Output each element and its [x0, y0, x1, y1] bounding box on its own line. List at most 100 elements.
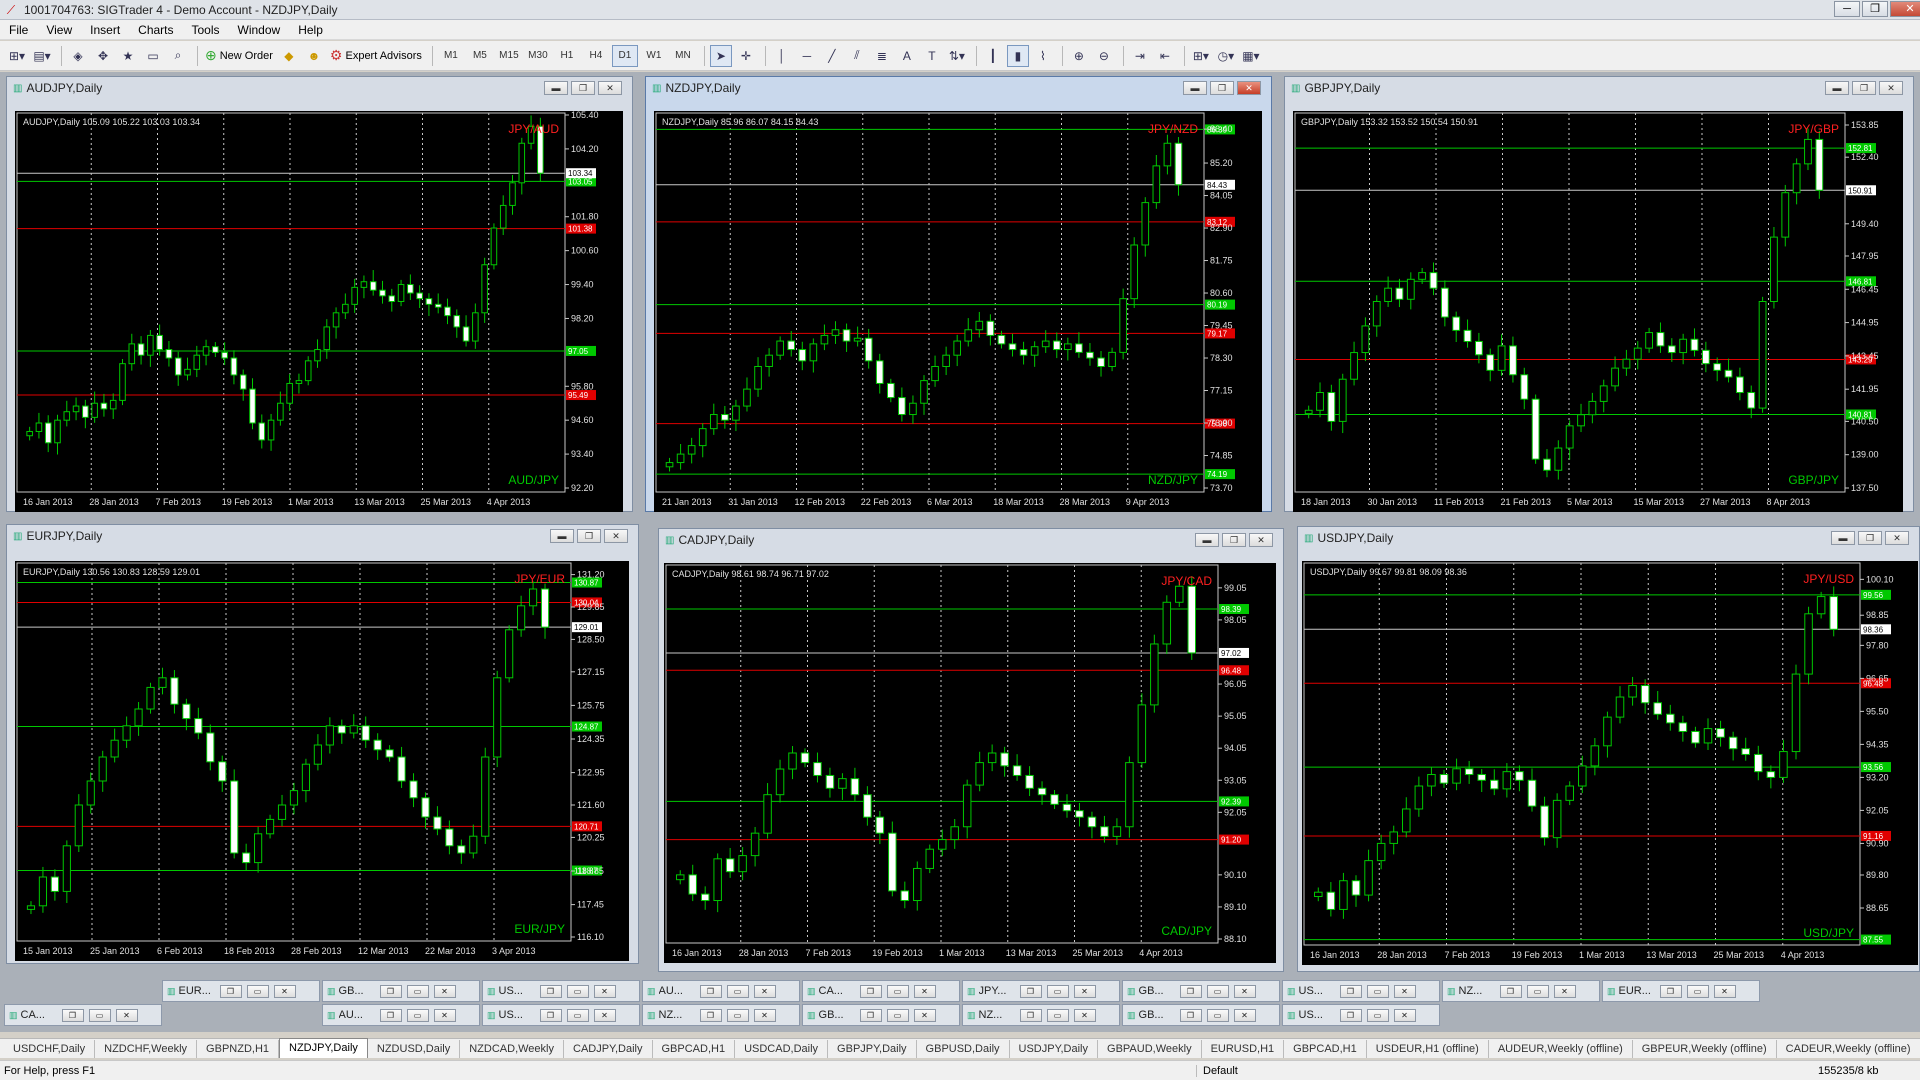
expert-advisors-button[interactable]: ⚙ Expert Advisors [328, 45, 424, 67]
chart-window-caption[interactable]: ▥ AUDJPY,Daily ▬ ❐ ✕ [7, 77, 632, 99]
chart-minimize-button[interactable]: ▬ [1183, 81, 1207, 95]
chart-plot-area[interactable]: 103.05 101.38 97.05 95.49 103.34 105.40 104.20… [15, 111, 623, 512]
candlestick-chart[interactable]: 98.39 96.48 92.39 91.20 97.02 99.05 98.05 96.05… [664, 563, 1276, 963]
chart-restore-button[interactable]: ❐ [219, 984, 242, 998]
cursor-icon[interactable]: ➤ [709, 44, 732, 67]
chart-maximize-button[interactable]: ▭ [726, 1008, 749, 1022]
candlestick-chart[interactable]: 99.5696.4893.5691.1687.5598.36100.1098.8… [1302, 561, 1918, 965]
text-label-icon[interactable]: T [921, 45, 943, 67]
chart-maximize-button[interactable]: ▭ [406, 1008, 429, 1022]
chart-window[interactable]: ▥ USDJPY,Daily ▬ ❐ ✕ 99.56 96.48 93.56 91.16 87.5… [1297, 526, 1920, 972]
chart-window[interactable]: ▥ AUDJPY,Daily ▬ ❐ ✕ 103.05 101.38 97.05 95.49 10… [6, 76, 633, 512]
horizontal-line-icon[interactable]: ─ [796, 45, 818, 67]
minimize-button[interactable]: ─ [1834, 1, 1860, 17]
chart-maximize-button[interactable]: ▭ [886, 1008, 909, 1022]
maximize-button[interactable]: ❐ [1862, 1, 1888, 17]
chart-window-caption[interactable]: ▥ EURJPY,Daily ▬ ❐ ✕ [7, 525, 638, 547]
chart-maximize-button[interactable]: ▭ [406, 984, 429, 998]
minimized-chart-window[interactable]: ▥ US... ❐ ▭ ✕ [1282, 1004, 1440, 1026]
zoom-out-icon[interactable]: ⊖ [1093, 45, 1115, 67]
chart-maximize-button[interactable]: ▭ [88, 1008, 111, 1022]
chart-window[interactable]: ▥ NZDJPY,Daily ▬ ❐ ✕ 86.39 83.12 80.19 79.17 75.9… [645, 76, 1272, 512]
chart-plot-area[interactable]: 130.87 130.04 124.87 120.71 118.87 129.01 131.… [15, 561, 629, 961]
timeframe-m1[interactable]: M1 [438, 45, 464, 67]
chart-tab[interactable]: EURUSD,H1 [1202, 1040, 1285, 1058]
strategy-tester-icon[interactable]: ⌕ [167, 45, 189, 67]
chart-close-button[interactable]: ✕ [1393, 1008, 1416, 1022]
menu-view[interactable]: View [37, 23, 81, 37]
templates-icon[interactable]: ▦▾ [1240, 45, 1262, 67]
chart-restore-button[interactable]: ❐ [1210, 81, 1234, 95]
chart-restore-button[interactable]: ❐ [1222, 533, 1246, 547]
chart-tab[interactable]: NZDJPY,Daily [279, 1038, 368, 1058]
chart-close-button[interactable]: ✕ [273, 984, 296, 998]
chart-restore-button[interactable]: ❐ [1852, 81, 1876, 95]
minimized-chart-window[interactable]: ▥ NZ... ❐ ▭ ✕ [642, 1004, 800, 1026]
chart-tab[interactable]: GBPCAD,H1 [1284, 1040, 1367, 1058]
chart-restore-button[interactable]: ❐ [859, 1008, 882, 1022]
timeframe-m30[interactable]: M30 [525, 45, 551, 67]
chart-restore-button[interactable]: ❐ [571, 81, 595, 95]
chart-plot-area[interactable]: 99.56 96.48 93.56 91.16 87.55 98.36 100.10 98.8… [1302, 561, 1918, 965]
chart-close-button[interactable]: ✕ [593, 1008, 616, 1022]
market-watch-icon[interactable]: ◈ [67, 45, 89, 67]
minimized-chart-window[interactable]: ▥ EUR... ❐ ▭ ✕ [1602, 980, 1760, 1002]
minimized-chart-window[interactable]: ▥ NZ... ❐ ▭ ✕ [962, 1004, 1120, 1026]
zoom-in-icon[interactable]: ⊕ [1068, 45, 1090, 67]
navigator-icon[interactable]: ★ [117, 45, 139, 67]
chart-close-button[interactable]: ✕ [433, 1008, 456, 1022]
chart-restore-button[interactable]: ❐ [1019, 1008, 1042, 1022]
chart-close-button[interactable]: ✕ [433, 984, 456, 998]
minimized-chart-window[interactable]: ▥ EUR... ❐ ▭ ✕ [162, 980, 320, 1002]
chart-restore-button[interactable]: ❐ [1659, 984, 1682, 998]
chart-close-button[interactable]: ✕ [1249, 533, 1273, 547]
chart-close-button[interactable]: ✕ [1393, 984, 1416, 998]
minimized-chart-window[interactable]: ▥ AU... ❐ ▭ ✕ [642, 980, 800, 1002]
fibonacci-icon[interactable]: ≣ [871, 45, 893, 67]
timeframe-h4[interactable]: H4 [583, 45, 609, 67]
chart-restore-button[interactable]: ❐ [1858, 531, 1882, 545]
chart-restore-button[interactable]: ❐ [1179, 1008, 1202, 1022]
menu-window[interactable]: Window [229, 23, 290, 37]
new-order-button[interactable]: ⊕ New Order [203, 45, 275, 67]
menu-tools[interactable]: Tools [183, 23, 229, 37]
chart-plot-area[interactable]: 98.39 96.48 92.39 91.20 97.02 99.05 98.05 96.05… [664, 563, 1276, 963]
chart-restore-button[interactable]: ❐ [539, 1008, 562, 1022]
chart-maximize-button[interactable]: ▭ [1046, 1008, 1069, 1022]
candlestick-chart[interactable]: 152.81146.81143.29140.81150.91153.85152.… [1293, 111, 1903, 512]
minimized-chart-window[interactable]: ▥ CA... ❐ ▭ ✕ [802, 980, 960, 1002]
chart-maximize-button[interactable]: ▭ [566, 1008, 589, 1022]
chart-maximize-button[interactable]: ▭ [1206, 1008, 1229, 1022]
chart-restore-button[interactable]: ❐ [61, 1008, 84, 1022]
chart-close-button[interactable]: ✕ [753, 1008, 776, 1022]
candlestick-chart[interactable]: 86.3983.1280.1979.1775.9874.1984.4386.40… [654, 111, 1262, 512]
timeframe-d1[interactable]: D1 [611, 44, 638, 67]
periods-icon[interactable]: ◷▾ [1215, 45, 1237, 67]
chart-maximize-button[interactable]: ▭ [1366, 984, 1389, 998]
chart-restore-button[interactable]: ❐ [539, 984, 562, 998]
chart-window-caption[interactable]: ▥ GBPJPY,Daily ▬ ❐ ✕ [1285, 77, 1913, 99]
timeframe-w1[interactable]: W1 [641, 45, 667, 67]
minimized-chart-window[interactable]: ▥ GB... ❐ ▭ ✕ [1122, 980, 1280, 1002]
new-chart-icon[interactable]: ⊞▾ [6, 45, 28, 67]
chart-restore-button[interactable]: ❐ [379, 984, 402, 998]
chart-tab[interactable]: CADEUR,Weekly (offline) [1777, 1040, 1920, 1058]
bar-chart-icon[interactable]: ┃ [982, 45, 1004, 67]
chart-window-caption[interactable]: ▥ CADJPY,Daily ▬ ❐ ✕ [659, 529, 1283, 551]
indicators-icon[interactable]: ⊞▾ [1190, 45, 1212, 67]
chart-close-button[interactable]: ✕ [913, 984, 936, 998]
text-icon[interactable]: A [896, 45, 918, 67]
chart-tab[interactable]: NZDCHF,Weekly [95, 1040, 198, 1058]
crosshair-icon[interactable]: ✛ [735, 45, 757, 67]
chart-close-button[interactable]: ✕ [1237, 81, 1261, 95]
minimized-chart-window[interactable]: ▥ GB... ❐ ▭ ✕ [1122, 1004, 1280, 1026]
chart-tab[interactable]: CADJPY,Daily [564, 1040, 653, 1058]
chart-maximize-button[interactable]: ▭ [1526, 984, 1549, 998]
chart-restore-button[interactable]: ❐ [859, 984, 882, 998]
minimized-chart-window[interactable]: ▥ GB... ❐ ▭ ✕ [802, 1004, 960, 1026]
menu-help[interactable]: Help [289, 23, 332, 37]
chart-shift-icon[interactable]: ⇤ [1154, 45, 1176, 67]
chart-close-button[interactable]: ✕ [1885, 531, 1909, 545]
minimized-chart-window[interactable]: ▥ US... ❐ ▭ ✕ [482, 980, 640, 1002]
chart-window[interactable]: ▥ GBPJPY,Daily ▬ ❐ ✕ 152.81 146.81 143.29 140.81… [1284, 76, 1914, 512]
